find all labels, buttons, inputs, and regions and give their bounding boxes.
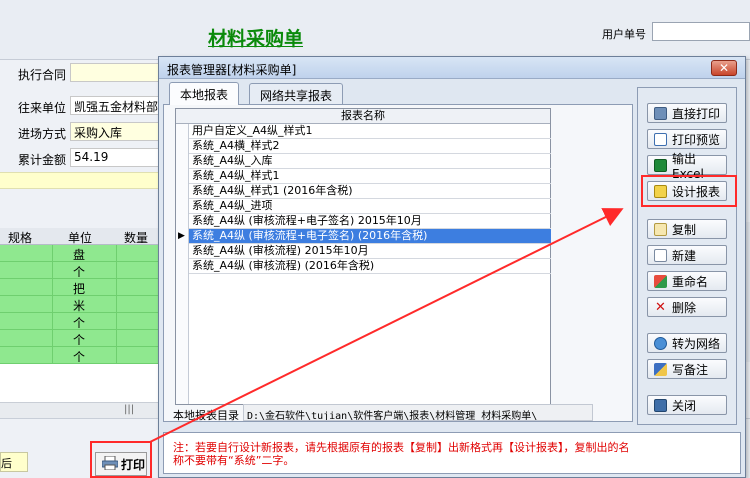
copy-button[interactable]: 复制 bbox=[647, 219, 727, 239]
rename-icon bbox=[654, 274, 667, 288]
table-row[interactable]: 把 bbox=[0, 279, 160, 296]
print-preview-button[interactable]: 打印预览 bbox=[647, 129, 727, 149]
note-text: 注：若要自行设计新报表，请先根据原有的报表【复制】出新格式再【设计报表】，复制出… bbox=[173, 441, 630, 467]
grid-header: 规格 单位 数量 bbox=[0, 228, 160, 245]
direct-print-button[interactable]: 直接打印 bbox=[647, 103, 727, 123]
write-remark-button[interactable]: 写备注 bbox=[647, 359, 727, 379]
tab-local-reports[interactable]: 本地报表 bbox=[169, 82, 240, 105]
delete-button[interactable]: ✕ 删除 bbox=[647, 297, 727, 317]
write-remark-label: 写备注 bbox=[672, 362, 709, 377]
tab-network-reports[interactable]: 网络共享报表 bbox=[249, 83, 344, 104]
design-highlight-box bbox=[641, 175, 737, 207]
remark-band bbox=[0, 172, 160, 189]
contract-label: 执行合同 bbox=[18, 68, 67, 82]
entry-mode-label: 进场方式 bbox=[18, 127, 67, 141]
document-preview-icon bbox=[654, 132, 667, 146]
row-indicator-column bbox=[176, 124, 189, 404]
table-row[interactable]: 个 bbox=[0, 347, 160, 364]
path-field: D:\金石软件\tujian\软件客户端\报表\材料管理_材料采购单\ bbox=[243, 404, 593, 421]
excel-icon bbox=[654, 158, 667, 172]
scroll-grip[interactable]: ||| bbox=[124, 404, 134, 415]
copy-icon bbox=[654, 222, 667, 236]
user-no-input[interactable] bbox=[652, 22, 750, 41]
list-item[interactable]: 系统_A4纵_进项 bbox=[189, 199, 551, 214]
to-network-button[interactable]: 转为网络 bbox=[647, 333, 727, 353]
user-no-label: 用户单号 bbox=[602, 28, 646, 41]
report-list-header: 报表名称 bbox=[176, 109, 550, 124]
row-pointer-icon: ▶ bbox=[178, 231, 185, 241]
to-network-label: 转为网络 bbox=[672, 336, 721, 351]
grid-unit-cell: 米 bbox=[73, 299, 86, 313]
dialog-title: 报表管理器[材料采购单] bbox=[167, 63, 297, 77]
partner-input[interactable]: 凯强五金材料部 bbox=[70, 96, 162, 115]
horizontal-scrollbar[interactable] bbox=[0, 402, 160, 418]
list-item-selected[interactable]: 系统_A4纵 (审核流程+电子签名) (2016年含税) bbox=[189, 229, 551, 244]
new-button[interactable]: 新建 bbox=[647, 245, 727, 265]
list-item[interactable]: 系统_A4横_样式2 bbox=[189, 139, 551, 154]
export-excel-button[interactable]: 输出Excel bbox=[647, 152, 727, 181]
delete-icon: ✕ bbox=[655, 299, 666, 315]
new-label: 新建 bbox=[672, 248, 697, 263]
exit-icon bbox=[654, 398, 667, 412]
close-label: 关闭 bbox=[672, 398, 697, 413]
grid-unit-cell: 盘 bbox=[73, 248, 86, 262]
list-item[interactable]: 系统_A4纵_样式1 (2016年含税) bbox=[189, 184, 551, 199]
print-highlight-box bbox=[90, 441, 152, 478]
rename-button[interactable]: 重命名 bbox=[647, 271, 727, 291]
grid-unit-cell: 个 bbox=[73, 265, 86, 279]
entry-mode-input[interactable]: 采购入库 bbox=[70, 122, 162, 141]
status-box: 后 bbox=[0, 452, 28, 472]
copy-label: 复制 bbox=[672, 222, 697, 237]
grid-body: 盘 个 把 米 个 个 个 bbox=[0, 245, 160, 364]
pencil-icon bbox=[654, 362, 667, 376]
grid-col-unit: 单位 bbox=[68, 231, 93, 245]
contract-input[interactable] bbox=[70, 63, 162, 82]
new-document-icon bbox=[654, 248, 667, 262]
grid-unit-cell: 个 bbox=[73, 316, 86, 330]
table-row[interactable]: 盘 bbox=[0, 245, 160, 262]
list-item[interactable]: 系统_A4纵_入库 bbox=[189, 154, 551, 169]
grid-col-spec: 规格 bbox=[8, 231, 33, 245]
total-amount-input[interactable]: 54.19 bbox=[70, 148, 162, 167]
print-preview-label: 打印预览 bbox=[672, 132, 721, 147]
total-amount-label: 累计金额 bbox=[18, 153, 67, 167]
list-item[interactable]: 系统_A4纵 (审核流程) (2016年含税) bbox=[189, 259, 551, 274]
close-icon[interactable]: ✕ bbox=[711, 60, 737, 76]
list-item[interactable]: 系统_A4纵 (审核流程) 2015年10月 bbox=[189, 244, 551, 259]
grid-empty-area bbox=[0, 364, 160, 402]
list-item[interactable]: 系统_A4纵_样式1 bbox=[189, 169, 551, 184]
close-button[interactable]: 关闭 bbox=[647, 395, 727, 415]
form-title: 材料采购单 bbox=[208, 28, 304, 50]
report-manager-dialog: 报表管理器[材料采购单] ✕ 本地报表 网络共享报表 报表名称 用户自定义_A4… bbox=[158, 56, 746, 478]
grid-unit-cell: 个 bbox=[73, 350, 86, 364]
path-label: 本地报表目录 bbox=[173, 409, 239, 422]
report-list[interactable]: 报表名称 用户自定义_A4纵_样式1 系统_A4横_样式2 系统_A4纵_入库 … bbox=[175, 108, 551, 405]
delete-label: 删除 bbox=[672, 300, 697, 315]
table-row[interactable]: 米 bbox=[0, 296, 160, 313]
grid-unit-cell: 个 bbox=[73, 333, 86, 347]
list-item[interactable]: 系统_A4纵 (审核流程+电子签名) 2015年10月 bbox=[189, 214, 551, 229]
list-item[interactable]: 用户自定义_A4纵_样式1 bbox=[189, 124, 551, 139]
table-row[interactable]: 个 bbox=[0, 313, 160, 330]
grid-col-qty: 数量 bbox=[124, 231, 149, 245]
partner-label: 往来单位 bbox=[18, 101, 67, 115]
network-icon bbox=[654, 336, 667, 350]
rename-label: 重命名 bbox=[672, 274, 709, 289]
table-row[interactable]: 个 bbox=[0, 262, 160, 279]
grid-unit-cell: 把 bbox=[73, 282, 86, 296]
table-row[interactable]: 个 bbox=[0, 330, 160, 347]
printer-icon bbox=[654, 106, 667, 120]
direct-print-label: 直接打印 bbox=[672, 106, 721, 121]
